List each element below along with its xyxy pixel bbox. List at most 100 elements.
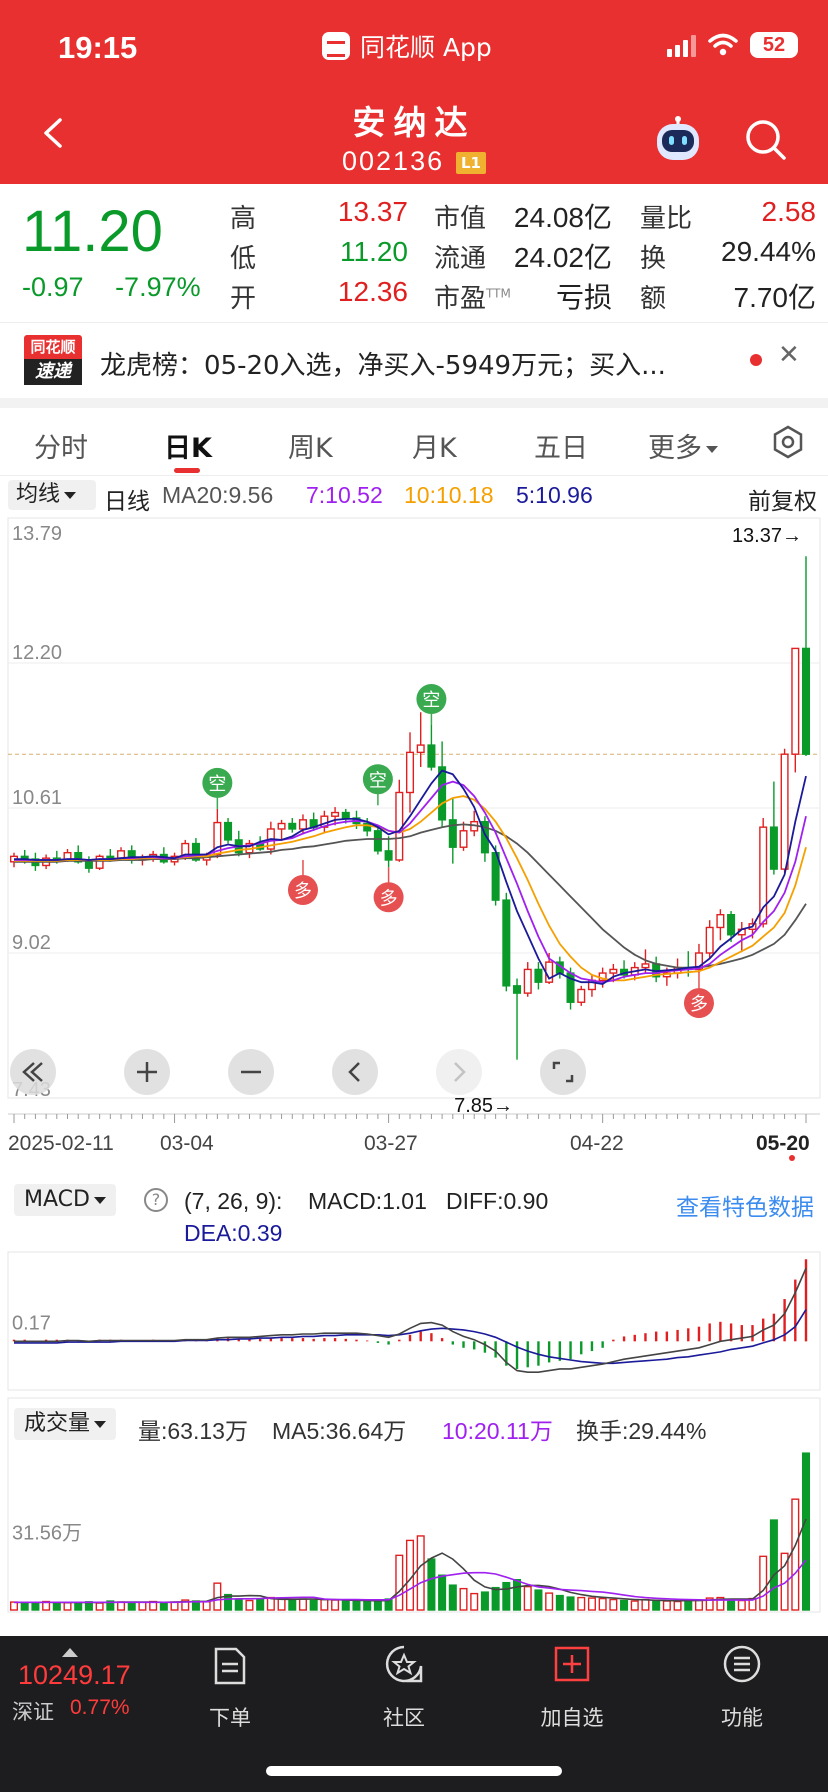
community-star-icon [385, 1645, 423, 1683]
volume-bar [363, 1600, 372, 1611]
volume-bar [694, 1599, 703, 1611]
candle-body [277, 822, 286, 830]
stock-detail-screen: { "status_bar": { "time": "19:15", "app_… [0, 0, 828, 1792]
diff-value: DIFF:0.90 [446, 1188, 549, 1214]
candle-body [224, 821, 233, 841]
order-document-icon [214, 1647, 246, 1685]
help-icon[interactable]: ? [144, 1188, 168, 1212]
nav-order[interactable]: 下单 [170, 1636, 290, 1746]
zoom-out-button[interactable] [228, 1049, 274, 1095]
candle-body [373, 830, 382, 852]
candle-body [438, 766, 447, 821]
nav-add-watchlist[interactable]: 加自选 [512, 1636, 632, 1746]
nav-add-watchlist-label: 加自选 [540, 1706, 604, 1730]
volume-bar [502, 1581, 511, 1611]
chevron-left-icon [348, 1062, 360, 1082]
y-tick-label: 13.79 [12, 523, 62, 545]
volume-bar [352, 1600, 361, 1611]
macd-value: MACD:1.01 [308, 1188, 427, 1214]
candle-body [448, 819, 457, 848]
volume-bar [791, 1498, 800, 1611]
volume-bar [138, 1601, 147, 1611]
volume-bar [641, 1598, 650, 1611]
volume-bar [373, 1599, 382, 1611]
volume-selector[interactable]: 成交量 [14, 1408, 117, 1440]
candle-body [791, 647, 800, 755]
volume-bar [159, 1601, 168, 1611]
volume-bar [534, 1589, 543, 1611]
candle-body [341, 811, 350, 819]
scroll-left-button[interactable] [332, 1049, 378, 1095]
volume-bar [298, 1598, 307, 1611]
nav-community-label: 社区 [383, 1706, 425, 1730]
double-chevron-left-icon [22, 1062, 43, 1082]
macd-frame [7, 1251, 821, 1391]
volume-bar [288, 1599, 297, 1611]
volume-bar [662, 1600, 671, 1611]
candle-body [502, 899, 511, 987]
chevron-right-icon [454, 1062, 466, 1082]
volume-bar [52, 1601, 61, 1611]
x-label-0327: 03-27 [364, 1132, 418, 1155]
menu-circle-icon [723, 1645, 761, 1683]
candle-body [117, 850, 126, 859]
volume-bar [31, 1602, 40, 1611]
macd-y-tick: 0.17 [12, 1313, 51, 1335]
volume-bar [673, 1600, 682, 1611]
volume-bar [9, 1601, 19, 1611]
signal-label: 空 [369, 770, 387, 791]
view-feature-data-link[interactable]: 查看特色数据 [676, 1188, 814, 1222]
signal-label: 空 [422, 690, 440, 711]
index-value[interactable]: 10249.17 [18, 1660, 131, 1691]
candle-body [95, 855, 104, 869]
ma20-line [14, 823, 807, 969]
y-tick-label: 12.20 [12, 642, 62, 664]
candle-body [405, 751, 415, 794]
candle-body [716, 913, 725, 929]
macd-selector[interactable]: MACD [14, 1184, 116, 1216]
volume-bar [127, 1601, 136, 1611]
y-tick-label: 9.02 [12, 932, 51, 954]
volume-bar [598, 1597, 607, 1611]
candle-body [641, 963, 650, 969]
volume-bar [727, 1598, 736, 1611]
zoom-in-button[interactable] [124, 1049, 170, 1095]
chevron-down-icon [93, 1196, 106, 1204]
signal-label: 空 [208, 774, 226, 795]
home-indicator [266, 1766, 562, 1776]
volume-header: 成交量 量:63.13万 MA5:36.64万 10:20.11万 换手:29.… [0, 1404, 828, 1444]
volume-bar [309, 1599, 318, 1611]
volume-selector-label: 成交量 [24, 1411, 91, 1436]
volume-bar [555, 1594, 564, 1611]
volume-bar [395, 1554, 404, 1611]
volume-bar [320, 1598, 329, 1611]
volume-bar [277, 1597, 286, 1611]
candle-body [288, 822, 297, 830]
candle-body [705, 926, 714, 954]
fullscreen-button[interactable] [540, 1049, 586, 1095]
scroll-right-button[interactable] [436, 1049, 482, 1095]
chart-canvas[interactable]: 13.7912.2010.619.027.4313.37→7.85→空多空多空多… [0, 0, 828, 1636]
volume-bar [202, 1601, 211, 1611]
candle-body [523, 968, 532, 994]
candle-body [577, 988, 586, 1003]
volume-bar [652, 1599, 661, 1611]
volume-bar [117, 1601, 126, 1611]
candle-body [759, 826, 768, 925]
nav-functions[interactable]: 功能 [682, 1636, 802, 1746]
scroll-far-left-button[interactable] [10, 1049, 56, 1095]
volume-bar [545, 1592, 554, 1611]
volume-bar [566, 1596, 575, 1611]
volume-bar [95, 1602, 104, 1611]
volume-bar [587, 1597, 596, 1611]
nav-community[interactable]: 社区 [344, 1636, 464, 1746]
candle-body [416, 744, 425, 754]
candle-body [534, 968, 543, 983]
nav-functions-label: 功能 [721, 1706, 763, 1730]
volume-bar [609, 1598, 618, 1611]
nav-order-label: 下单 [209, 1706, 251, 1730]
volume-bar [416, 1535, 425, 1611]
candle-body [84, 861, 93, 869]
candle-body [427, 744, 436, 768]
volume-bar [74, 1601, 83, 1611]
